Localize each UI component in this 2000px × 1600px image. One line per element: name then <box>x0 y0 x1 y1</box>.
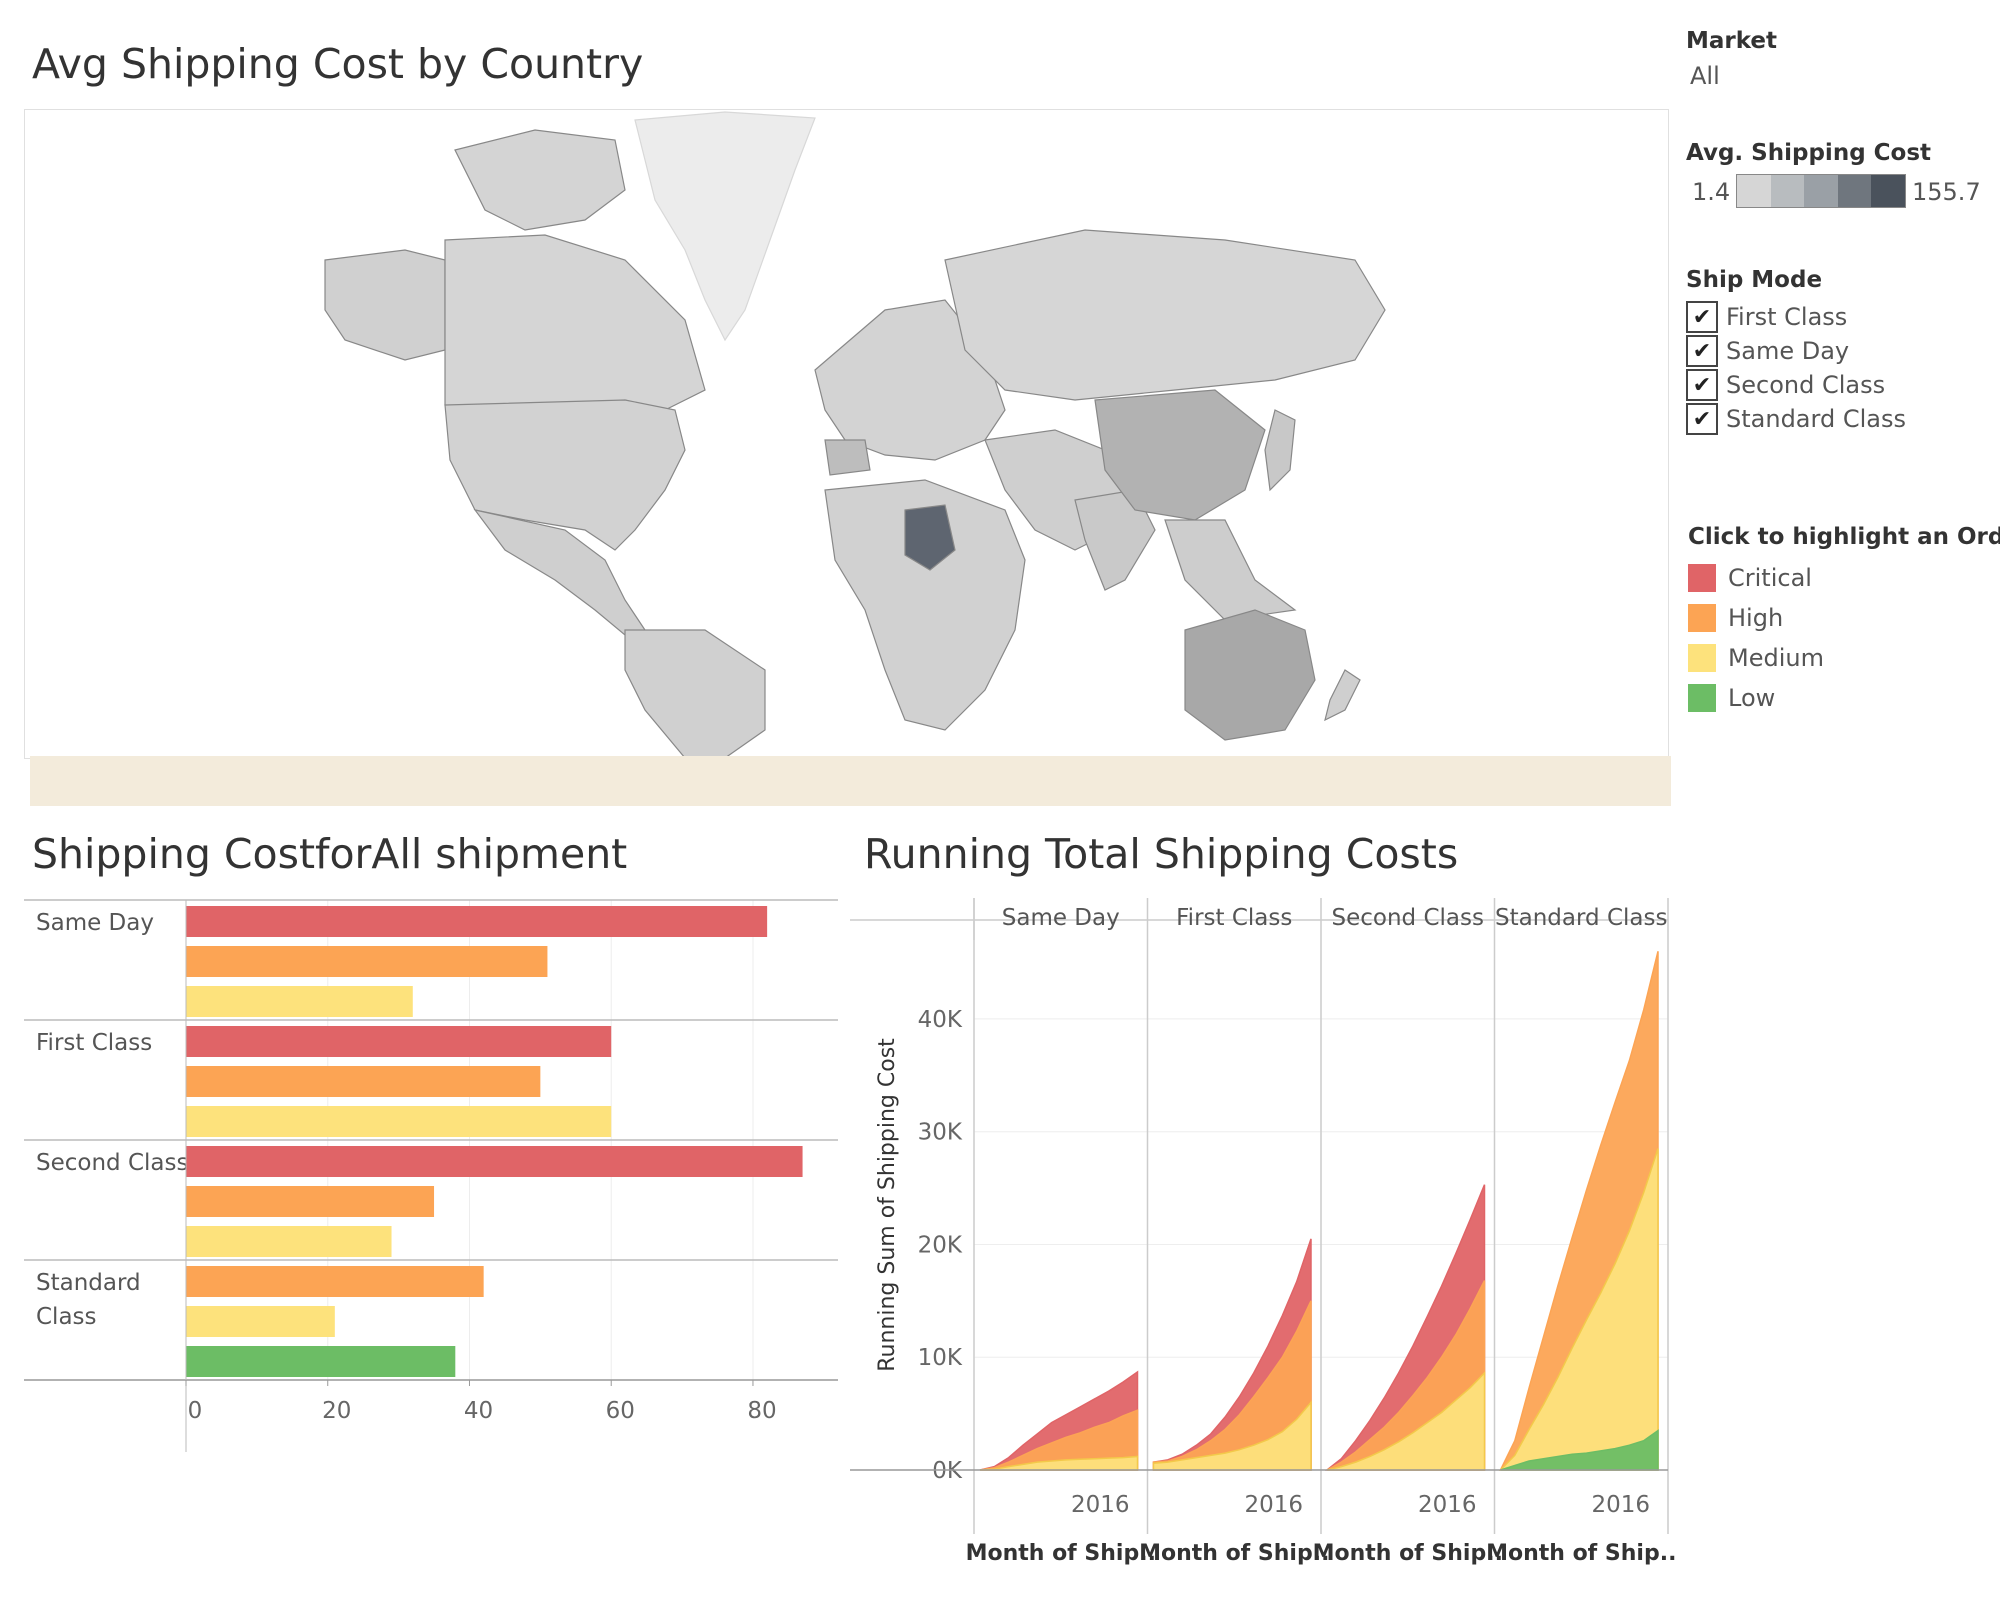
bar-x-tick-label: 20 <box>322 1398 351 1424</box>
bar-x-tick-label: 60 <box>606 1398 635 1424</box>
bar-medium[interactable] <box>186 986 413 1017</box>
area-x-axis-label: Month of Ship.. <box>966 1541 1156 1566</box>
area-x-tick-label: 2016 <box>1244 1492 1303 1518</box>
legend-swatch <box>1871 175 1905 207</box>
bar-group-label: Same Day <box>36 910 154 936</box>
area-panel-header: First Class <box>1176 905 1292 931</box>
priority-item[interactable]: High <box>1688 598 1824 638</box>
market-filter-value[interactable]: All <box>1690 62 1720 90</box>
world-map-svg <box>324 111 1386 758</box>
area-x-axis-label: Month of Ship.. <box>1313 1541 1503 1566</box>
priority-swatch-medium <box>1688 644 1716 672</box>
bar-group-label: Class <box>36 1304 97 1330</box>
bar-high[interactable] <box>186 1266 484 1297</box>
map-footer-band <box>30 756 1671 806</box>
ship-mode-option-label: Second Class <box>1726 371 1886 399</box>
area-y-tick-label: 30K <box>918 1120 963 1146</box>
checkbox[interactable]: ✔ <box>1686 369 1718 401</box>
area-panel-header: Standard Class <box>1495 905 1667 931</box>
map-title: Avg Shipping Cost by Country <box>32 40 644 88</box>
checkbox[interactable]: ✔ <box>1686 335 1718 367</box>
priority-label: High <box>1728 604 1784 632</box>
country-russia <box>944 229 1386 401</box>
legend-min: 1.4 <box>1692 178 1731 206</box>
legend-swatch <box>1804 175 1838 207</box>
area-x-tick-label: 2016 <box>1591 1492 1650 1518</box>
country-alaska <box>324 249 446 361</box>
priority-swatch-critical <box>1688 564 1716 592</box>
bar-x-tick-label: 40 <box>464 1398 493 1424</box>
bar-critical[interactable] <box>186 906 768 937</box>
ship-mode-option-label: Same Day <box>1726 337 1850 365</box>
area-y-axis-label: Running Sum of Shipping Cost <box>875 1038 900 1372</box>
area-x-tick-label: 2016 <box>1071 1492 1130 1518</box>
bar-medium[interactable] <box>186 1226 392 1257</box>
area-y-tick-label: 0K <box>932 1458 963 1484</box>
country-arctic-islands <box>454 129 626 231</box>
legend-max: 155.7 <box>1912 178 1981 206</box>
bar-critical[interactable] <box>186 1026 612 1057</box>
ship-mode-option[interactable]: ✔ Same Day <box>1686 334 1906 368</box>
area-y-tick-label: 10K <box>918 1345 963 1371</box>
country-canada <box>444 234 706 411</box>
priority-label: Low <box>1728 684 1776 712</box>
bar-x-tick-label: 80 <box>747 1398 776 1424</box>
legend-swatch <box>1737 175 1771 207</box>
country-se-asia <box>1164 519 1297 621</box>
ship-mode-label: Ship Mode <box>1686 267 1823 293</box>
ship-mode-option[interactable]: ✔ First Class <box>1686 300 1906 334</box>
priority-legend: Critical High Medium Low <box>1688 558 1824 718</box>
priority-swatch-low <box>1688 684 1716 712</box>
country-usa <box>444 399 686 551</box>
legend-swatch <box>1770 175 1805 207</box>
bar-group-label: First Class <box>36 1030 152 1056</box>
checkbox[interactable]: ✔ <box>1686 301 1718 333</box>
ship-mode-option[interactable]: ✔ Standard Class <box>1686 402 1906 436</box>
area-y-tick-label: 20K <box>918 1232 963 1258</box>
bar-low[interactable] <box>186 1346 456 1377</box>
bar-group-label: Standard <box>36 1270 141 1296</box>
bar-high[interactable] <box>186 1066 541 1097</box>
market-label: Market <box>1686 28 1778 54</box>
priority-item[interactable]: Critical <box>1688 558 1824 598</box>
country-japan <box>1264 409 1296 492</box>
priority-swatch-high <box>1688 604 1716 632</box>
ship-mode-option-label: Standard Class <box>1726 405 1906 433</box>
area-panel-header: Second Class <box>1332 905 1484 931</box>
country-spain <box>824 439 871 476</box>
ship-mode-option[interactable]: ✔ Second Class <box>1686 368 1906 402</box>
world-map[interactable] <box>24 109 1669 759</box>
area-y-tick-label: 40K <box>918 1007 963 1033</box>
checkbox[interactable]: ✔ <box>1686 403 1718 435</box>
legend-gradient <box>1736 174 1906 208</box>
priority-item[interactable]: Low <box>1688 678 1824 718</box>
ship-mode-option-label: First Class <box>1726 303 1848 331</box>
priority-legend-label: Click to highlight an Orde.. <box>1688 524 2000 550</box>
bar-x-tick-label: 0 <box>188 1398 203 1424</box>
bar-critical[interactable] <box>186 1146 803 1177</box>
area-chart-title: Running Total Shipping Costs <box>864 830 1459 878</box>
area-x-axis-label: Month of Ship.. <box>1486 1541 1676 1566</box>
legend-title: Avg. Shipping Cost <box>1686 140 1932 166</box>
bar-medium[interactable] <box>186 1106 612 1137</box>
bar-medium[interactable] <box>186 1306 335 1337</box>
bar-high[interactable] <box>186 1186 435 1217</box>
country-australia <box>1184 609 1316 741</box>
legend-swatch <box>1837 175 1872 207</box>
ship-mode-filter: ✔ First Class ✔ Same Day ✔ Second Class … <box>1686 300 1906 436</box>
area-panel-header: Same Day <box>1002 905 1120 931</box>
area-x-tick-label: 2016 <box>1418 1492 1477 1518</box>
bar-chart-title: Shipping CostforAll shipment <box>32 830 628 878</box>
area-x-axis-label: Month of Ship.. <box>1139 1541 1329 1566</box>
country-new-zealand <box>1324 669 1361 722</box>
bar-high[interactable] <box>186 946 548 977</box>
country-south-america <box>624 629 766 758</box>
priority-label: Medium <box>1728 644 1824 672</box>
bar-group-label: Second Class <box>36 1150 188 1176</box>
priority-label: Critical <box>1728 564 1812 592</box>
bar-chart: Same Day First Class Second Class Standard C… <box>24 899 838 1452</box>
priority-item[interactable]: Medium <box>1688 638 1824 678</box>
area-chart: 0K 10K 20K 30K 40K Running Sum of Shipping Co… <box>850 898 1676 1566</box>
